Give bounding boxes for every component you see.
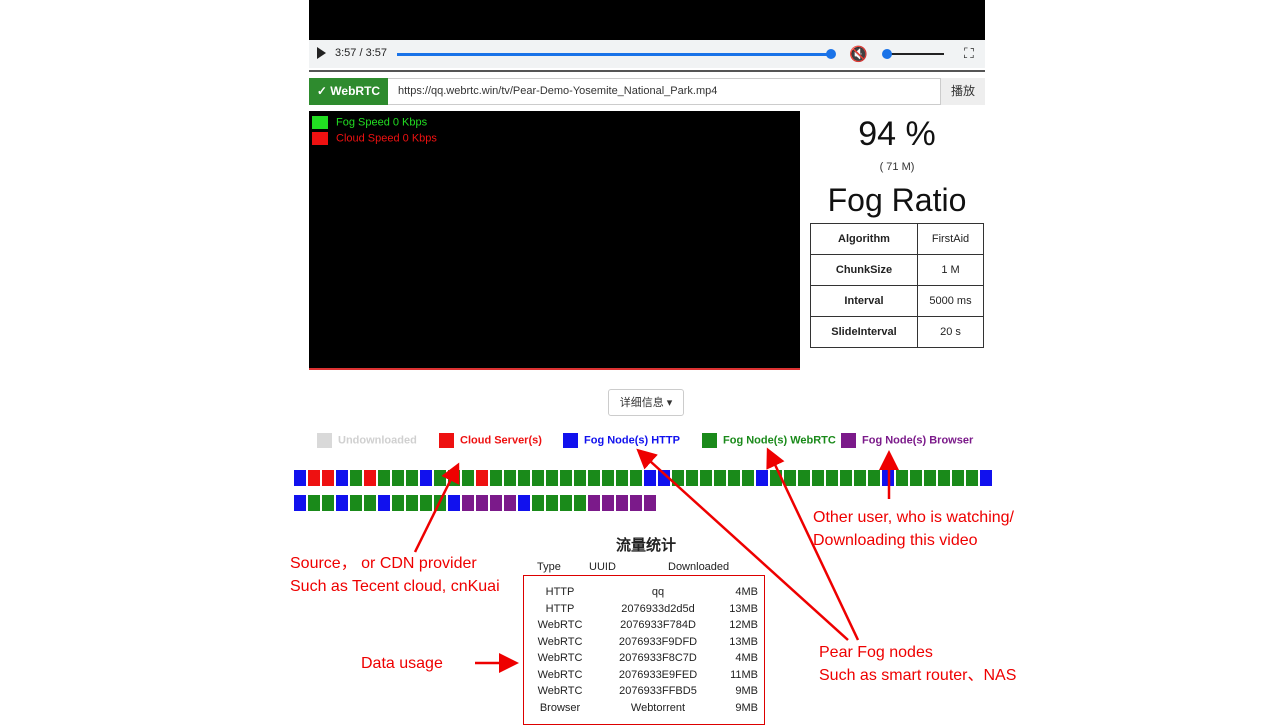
arrow-fog-webrtc [766, 447, 860, 641]
arrow-fog-http [636, 448, 849, 641]
annotation-arrows [413, 447, 899, 673]
arrow-source [413, 462, 460, 553]
